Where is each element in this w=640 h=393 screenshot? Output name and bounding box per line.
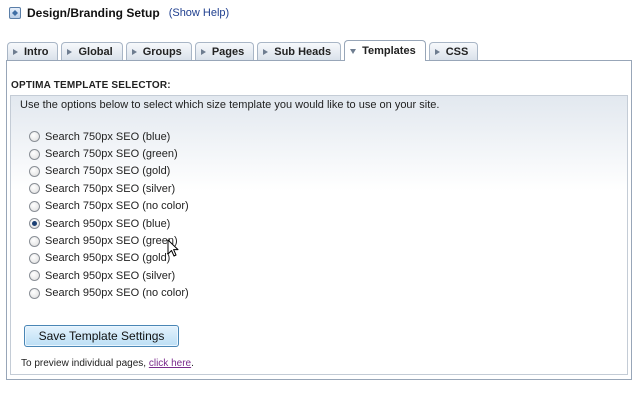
chevron-right-icon <box>434 49 440 55</box>
radio-button[interactable] <box>29 200 40 212</box>
save-template-settings-button[interactable]: Save Template Settings <box>24 325 179 347</box>
templates-panel: OPTIMA TEMPLATE SELECTOR: Use the option… <box>6 60 632 380</box>
option-label: Search 750px SEO (gold) <box>45 165 171 178</box>
page-title: Design/Branding Setup <box>27 6 160 20</box>
tab-label: Sub Heads <box>274 46 332 58</box>
radio-button[interactable] <box>29 131 40 143</box>
chevron-right-icon <box>67 49 73 55</box>
preview-text: To preview individual pages, <box>21 358 147 369</box>
radio-button[interactable] <box>29 148 40 160</box>
chevron-right-icon <box>263 49 269 55</box>
template-option-750-no-color[interactable]: Search 750px SEO (no color) <box>29 198 189 215</box>
template-option-750-silver[interactable]: Search 750px SEO (silver) <box>29 180 189 197</box>
template-option-750-blue[interactable]: Search 750px SEO (blue) <box>29 128 189 145</box>
tab-global[interactable]: Global <box>61 42 123 61</box>
radio-button[interactable] <box>29 218 40 230</box>
option-label: Search 750px SEO (no color) <box>45 200 189 213</box>
tab-label: CSS <box>445 46 469 58</box>
radio-button[interactable] <box>29 252 40 264</box>
option-label: Search 950px SEO (blue) <box>45 217 171 230</box>
preview-note: To preview individual pages, click here. <box>21 358 194 369</box>
radio-button[interactable] <box>29 270 40 282</box>
template-options: Search 750px SEO (blue) Search 750px SEO… <box>29 128 189 302</box>
option-label: Search 950px SEO (silver) <box>45 269 176 282</box>
option-label: Search 950px SEO (green) <box>45 235 178 248</box>
option-label: Search 950px SEO (gold) <box>45 252 171 265</box>
radio-button[interactable] <box>29 287 40 299</box>
option-label: Search 750px SEO (green) <box>45 148 178 161</box>
template-selector-box: Use the options below to select which si… <box>10 95 628 375</box>
radio-button[interactable] <box>29 183 40 195</box>
tab-templates[interactable]: Templates <box>344 40 426 61</box>
section-title: OPTIMA TEMPLATE SELECTOR: <box>11 80 171 91</box>
chevron-right-icon <box>200 49 206 55</box>
template-option-950-no-color[interactable]: Search 950px SEO (no color) <box>29 285 189 302</box>
mouse-pointer-icon <box>167 239 179 257</box>
template-option-950-silver[interactable]: Search 950px SEO (silver) <box>29 267 189 284</box>
chevron-right-icon <box>131 49 137 55</box>
intro-text: Use the options below to select which si… <box>20 99 440 111</box>
tab-label: Groups <box>142 46 182 58</box>
preview-end: . <box>191 358 194 369</box>
radio-button[interactable] <box>29 165 40 177</box>
chevron-down-icon <box>350 49 357 54</box>
tab-label: Pages <box>211 46 245 58</box>
option-label: Search 750px SEO (blue) <box>45 130 171 143</box>
template-option-750-gold[interactable]: Search 750px SEO (gold) <box>29 163 189 180</box>
tab-pages[interactable]: Pages <box>194 42 255 61</box>
tab-label: Global <box>78 46 113 58</box>
tab-sub-heads[interactable]: Sub Heads <box>257 42 342 61</box>
click-here-link[interactable]: click here <box>149 358 191 369</box>
page-header: Design/Branding Setup (Show Help) <box>9 5 229 21</box>
option-label: Search 950px SEO (no color) <box>45 287 189 300</box>
tab-label: Intro <box>24 46 49 58</box>
show-help-link[interactable]: (Show Help) <box>169 7 230 19</box>
template-option-950-gold[interactable]: Search 950px SEO (gold) <box>29 250 189 267</box>
chevron-right-icon <box>13 49 18 55</box>
radio-button[interactable] <box>29 235 40 247</box>
tab-css[interactable]: CSS <box>428 42 479 61</box>
template-option-950-blue[interactable]: Search 950px SEO (blue) <box>29 215 189 232</box>
tab-label: Templates <box>362 45 416 57</box>
tab-groups[interactable]: Groups <box>125 42 192 61</box>
template-option-750-green[interactable]: Search 750px SEO (green) <box>29 145 189 162</box>
option-label: Search 750px SEO (silver) <box>45 182 176 195</box>
template-option-950-green[interactable]: Search 950px SEO (green) <box>29 232 189 249</box>
tab-intro[interactable]: Intro <box>7 42 59 61</box>
tab-bar: Intro Global Groups Pages Sub Heads Temp… <box>7 40 481 61</box>
settings-page-icon <box>9 7 21 19</box>
